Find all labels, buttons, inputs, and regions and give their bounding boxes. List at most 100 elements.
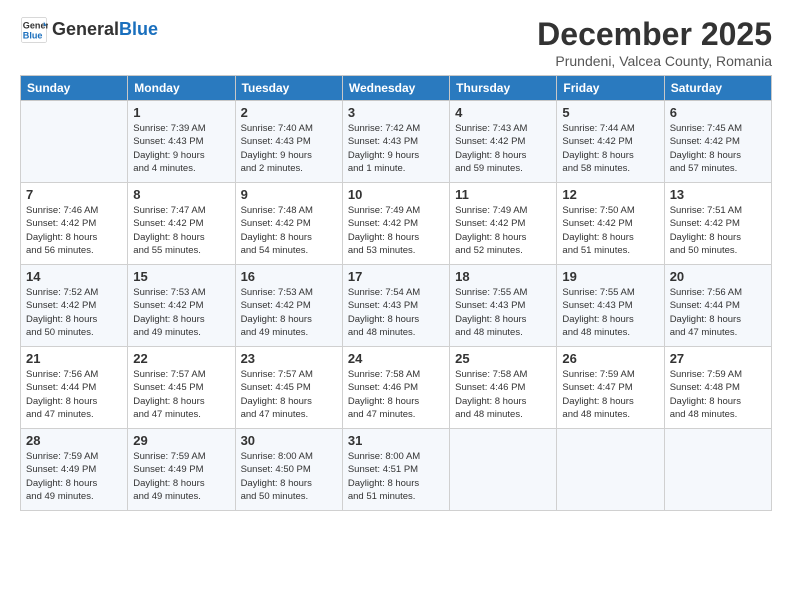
day-info: Sunrise: 7:48 AM Sunset: 4:42 PM Dayligh…	[241, 204, 337, 257]
day-info: Sunrise: 7:57 AM Sunset: 4:45 PM Dayligh…	[241, 368, 337, 421]
day-info: Sunrise: 7:57 AM Sunset: 4:45 PM Dayligh…	[133, 368, 229, 421]
day-cell: 7 Sunrise: 7:46 AM Sunset: 4:42 PM Daylig…	[21, 183, 128, 265]
day-info: Sunrise: 7:42 AM Sunset: 4:43 PM Dayligh…	[348, 122, 444, 175]
day-info: Sunrise: 7:52 AM Sunset: 4:42 PM Dayligh…	[26, 286, 122, 339]
day-number: 6	[670, 105, 766, 120]
day-number: 2	[241, 105, 337, 120]
day-cell: 11Sunrise: 7:49 AM Sunset: 4:42 PM Dayli…	[450, 183, 557, 265]
day-number: 29	[133, 433, 229, 448]
day-cell: 2 Sunrise: 7:40 AM Sunset: 4:43 PM Daylig…	[235, 101, 342, 183]
day-cell: 6Sunrise: 7:45 AM Sunset: 4:42 PM Daylig…	[664, 101, 771, 183]
day-info: Sunrise: 7:54 AM Sunset: 4:43 PM Dayligh…	[348, 286, 444, 339]
day-info: Sunrise: 7:40 AM Sunset: 4:43 PM Dayligh…	[241, 122, 337, 175]
day-cell: 26 Sunrise: 7:59 AM Sunset: 4:47 PM Dayli…	[557, 347, 664, 429]
day-cell: 28Sunrise: 7:59 AM Sunset: 4:49 PM Dayli…	[21, 429, 128, 511]
day-number: 16	[241, 269, 337, 284]
logo-icon: General Blue	[20, 16, 48, 44]
day-info: Sunrise: 7:55 AM Sunset: 4:43 PM Dayligh…	[562, 286, 658, 339]
day-cell: 30 Sunrise: 8:00 AM Sunset: 4:50 PM Dayli…	[235, 429, 342, 511]
day-number: 12	[562, 187, 658, 202]
day-info: Sunrise: 8:00 AM Sunset: 4:51 PM Dayligh…	[348, 450, 444, 503]
calendar-table: SundayMondayTuesdayWednesdayThursdayFrid…	[20, 75, 772, 511]
day-number: 24	[348, 351, 444, 366]
logo-blue: Blue	[119, 19, 158, 39]
day-number: 20	[670, 269, 766, 284]
day-cell	[664, 429, 771, 511]
day-number: 19	[562, 269, 658, 284]
day-cell: 20 Sunrise: 7:56 AM Sunset: 4:44 PM Dayli…	[664, 265, 771, 347]
day-number: 27	[670, 351, 766, 366]
header: General Blue GeneralBlue December 2025 P…	[20, 16, 772, 69]
day-number: 25	[455, 351, 551, 366]
day-cell: 23 Sunrise: 7:57 AM Sunset: 4:45 PM Dayli…	[235, 347, 342, 429]
day-info: Sunrise: 7:59 AM Sunset: 4:49 PM Dayligh…	[26, 450, 122, 503]
week-row-1: 7 Sunrise: 7:46 AM Sunset: 4:42 PM Daylig…	[21, 183, 772, 265]
day-cell: 13Sunrise: 7:51 AM Sunset: 4:42 PM Dayli…	[664, 183, 771, 265]
day-cell: 15 Sunrise: 7:53 AM Sunset: 4:42 PM Dayli…	[128, 265, 235, 347]
day-cell: 31Sunrise: 8:00 AM Sunset: 4:51 PM Dayli…	[342, 429, 449, 511]
day-info: Sunrise: 7:59 AM Sunset: 4:47 PM Dayligh…	[562, 368, 658, 421]
day-info: Sunrise: 7:43 AM Sunset: 4:42 PM Dayligh…	[455, 122, 551, 175]
day-number: 8	[133, 187, 229, 202]
day-cell: 17 Sunrise: 7:54 AM Sunset: 4:43 PM Dayli…	[342, 265, 449, 347]
day-cell: 21Sunrise: 7:56 AM Sunset: 4:44 PM Dayli…	[21, 347, 128, 429]
col-header-thursday: Thursday	[450, 76, 557, 101]
day-info: Sunrise: 7:58 AM Sunset: 4:46 PM Dayligh…	[348, 368, 444, 421]
col-header-friday: Friday	[557, 76, 664, 101]
day-info: Sunrise: 7:49 AM Sunset: 4:42 PM Dayligh…	[348, 204, 444, 257]
day-number: 22	[133, 351, 229, 366]
day-info: Sunrise: 7:39 AM Sunset: 4:43 PM Dayligh…	[133, 122, 229, 175]
day-info: Sunrise: 7:56 AM Sunset: 4:44 PM Dayligh…	[670, 286, 766, 339]
col-header-wednesday: Wednesday	[342, 76, 449, 101]
day-number: 9	[241, 187, 337, 202]
day-cell: 16Sunrise: 7:53 AM Sunset: 4:42 PM Dayli…	[235, 265, 342, 347]
day-info: Sunrise: 7:46 AM Sunset: 4:42 PM Dayligh…	[26, 204, 122, 257]
day-info: Sunrise: 7:47 AM Sunset: 4:42 PM Dayligh…	[133, 204, 229, 257]
day-number: 4	[455, 105, 551, 120]
day-cell: 12 Sunrise: 7:50 AM Sunset: 4:42 PM Dayli…	[557, 183, 664, 265]
day-info: Sunrise: 7:59 AM Sunset: 4:49 PM Dayligh…	[133, 450, 229, 503]
day-cell: 10 Sunrise: 7:49 AM Sunset: 4:42 PM Dayli…	[342, 183, 449, 265]
col-header-saturday: Saturday	[664, 76, 771, 101]
title-area: December 2025 Prundeni, Valcea County, R…	[537, 16, 772, 69]
col-header-tuesday: Tuesday	[235, 76, 342, 101]
logo: General Blue GeneralBlue	[20, 16, 158, 44]
day-cell: 18Sunrise: 7:55 AM Sunset: 4:43 PM Dayli…	[450, 265, 557, 347]
day-number: 10	[348, 187, 444, 202]
day-number: 5	[562, 105, 658, 120]
day-number: 1	[133, 105, 229, 120]
day-number: 14	[26, 269, 122, 284]
day-cell: 8 Sunrise: 7:47 AM Sunset: 4:42 PM Daylig…	[128, 183, 235, 265]
month-title: December 2025	[537, 16, 772, 53]
day-number: 15	[133, 269, 229, 284]
page: General Blue GeneralBlue December 2025 P…	[0, 0, 792, 612]
subtitle: Prundeni, Valcea County, Romania	[537, 53, 772, 69]
day-cell	[557, 429, 664, 511]
day-cell: 9 Sunrise: 7:48 AM Sunset: 4:42 PM Daylig…	[235, 183, 342, 265]
day-info: Sunrise: 7:53 AM Sunset: 4:42 PM Dayligh…	[133, 286, 229, 339]
day-number: 21	[26, 351, 122, 366]
day-cell: 14 Sunrise: 7:52 AM Sunset: 4:42 PM Dayli…	[21, 265, 128, 347]
day-cell: 5Sunrise: 7:44 AM Sunset: 4:42 PM Daylig…	[557, 101, 664, 183]
day-info: Sunrise: 7:58 AM Sunset: 4:46 PM Dayligh…	[455, 368, 551, 421]
logo-text: GeneralBlue	[52, 20, 158, 40]
logo-general: General	[52, 19, 119, 39]
day-info: Sunrise: 7:49 AM Sunset: 4:42 PM Dayligh…	[455, 204, 551, 257]
day-cell: 22 Sunrise: 7:57 AM Sunset: 4:45 PM Dayli…	[128, 347, 235, 429]
day-cell: 19 Sunrise: 7:55 AM Sunset: 4:43 PM Dayli…	[557, 265, 664, 347]
day-cell: 4 Sunrise: 7:43 AM Sunset: 4:42 PM Daylig…	[450, 101, 557, 183]
day-number: 3	[348, 105, 444, 120]
day-info: Sunrise: 8:00 AM Sunset: 4:50 PM Dayligh…	[241, 450, 337, 503]
day-cell: 1 Sunrise: 7:39 AM Sunset: 4:43 PM Daylig…	[128, 101, 235, 183]
day-number: 17	[348, 269, 444, 284]
week-row-3: 21Sunrise: 7:56 AM Sunset: 4:44 PM Dayli…	[21, 347, 772, 429]
day-number: 26	[562, 351, 658, 366]
day-number: 7	[26, 187, 122, 202]
day-number: 18	[455, 269, 551, 284]
week-row-2: 14 Sunrise: 7:52 AM Sunset: 4:42 PM Dayli…	[21, 265, 772, 347]
day-info: Sunrise: 7:50 AM Sunset: 4:42 PM Dayligh…	[562, 204, 658, 257]
day-number: 23	[241, 351, 337, 366]
day-number: 13	[670, 187, 766, 202]
day-number: 30	[241, 433, 337, 448]
day-info: Sunrise: 7:59 AM Sunset: 4:48 PM Dayligh…	[670, 368, 766, 421]
